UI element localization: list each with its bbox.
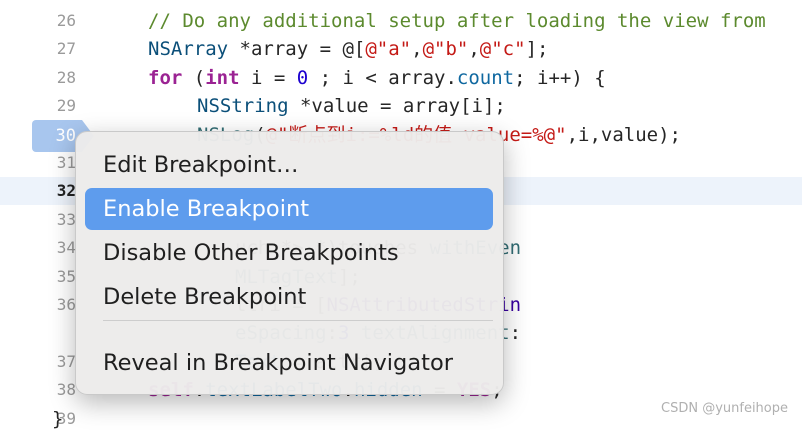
code-line[interactable]: 28 for (int i = 0 ; i < array.count; i++)… <box>0 64 802 92</box>
line-number[interactable]: 29 <box>0 92 76 120</box>
code-token: , <box>411 38 423 61</box>
delete-breakpoint-menu-item[interactable]: Delete Breakpoint <box>85 276 493 318</box>
code-text: // Do any additional setup after loading… <box>148 7 766 35</box>
line-number[interactable]: 28 <box>0 64 76 92</box>
enable-breakpoint-menu-item[interactable]: Enable Breakpoint <box>85 188 493 230</box>
code-token: 0 <box>296 66 309 89</box>
code-token: NSArray <box>148 38 229 61</box>
breakpoint-line-number: 30 <box>55 126 76 146</box>
code-token: : <box>509 322 522 345</box>
code-token: ; i < array. <box>308 66 457 89</box>
edit-breakpoint-menu-item[interactable]: Edit Breakpoint… <box>85 144 493 186</box>
code-text: NSArray *array = @[@"a",@"b",@"c"]; <box>148 35 548 63</box>
code-token: *array = @[ <box>228 38 366 61</box>
code-token: i = <box>239 66 297 89</box>
code-token: , <box>468 38 480 61</box>
code-token: *value = array[i]; <box>288 95 506 118</box>
line-number[interactable]: 27 <box>0 35 76 63</box>
code-text: NSString *value = array[i]; <box>197 92 506 120</box>
code-line[interactable]: 29 NSString *value = array[i]; <box>0 92 802 120</box>
menu-separator <box>103 320 493 321</box>
code-text: for (int i = 0 ; i < array.count; i++) { <box>148 64 606 92</box>
disable-other-breakpoints-menu-item[interactable]: Disable Other Breakpoints <box>85 232 493 274</box>
line-number[interactable]: 31 <box>0 149 76 177</box>
code-token: ; i++) { <box>514 66 606 89</box>
line-number[interactable]: 26 <box>0 7 76 35</box>
code-token: ]; <box>525 38 549 61</box>
line-number[interactable]: 32 <box>0 177 76 205</box>
code-token: for <box>148 66 183 89</box>
code-token: NSString <box>197 95 289 118</box>
line-number[interactable]: 39 <box>0 405 76 433</box>
line-number[interactable]: 38 <box>0 376 76 404</box>
code-line[interactable]: 27 NSArray *array = @[@"a",@"b",@"c"]; <box>0 35 802 63</box>
reveal-in-breakpoint-navigator-menu-item[interactable]: Reveal in Breakpoint Navigator <box>85 342 493 384</box>
code-token: @"a" <box>365 38 412 61</box>
watermark: CSDN @yunfeihope <box>661 401 788 416</box>
code-token: ,i,value); <box>566 123 681 146</box>
code-line[interactable]: 26 // Do any additional setup after loadi… <box>0 7 802 35</box>
line-number[interactable]: 33 <box>0 206 76 234</box>
xcode-editor-window: { "editor": { "lines": [ {"num": "26", "… <box>0 0 802 430</box>
code-token: // Do any additional setup after loading… <box>148 10 766 32</box>
code-token: int <box>205 66 240 89</box>
code-token: ( <box>182 66 206 89</box>
code-text: } <box>52 405 63 433</box>
breakpoint-context-menu: Edit Breakpoint… Enable Breakpoint Disab… <box>75 131 504 395</box>
code-token: count <box>456 66 515 89</box>
code-token: @"c" <box>479 38 526 61</box>
code-token: @"b" <box>422 38 469 61</box>
code-token: } <box>52 407 64 430</box>
